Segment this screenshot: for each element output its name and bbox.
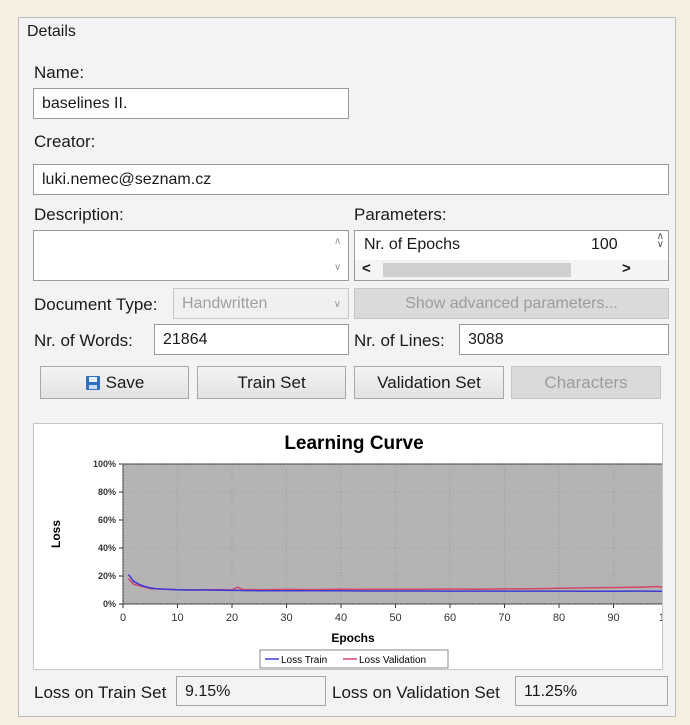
plot-area [122,463,669,605]
loss-validation-field[interactable]: 11.25% [515,676,668,706]
x-axis-label: Epochs [331,631,375,645]
loss-train-label: Loss on Train Set [34,683,167,702]
validation-set-button[interactable]: Validation Set [354,366,504,399]
description-label: Description: [34,205,124,224]
scroll-down-icon[interactable]: ∨ [334,263,341,273]
y-tick-label: 60% [98,515,116,525]
scroll-thumb[interactable] [383,263,571,277]
train-set-button[interactable]: Train Set [197,366,346,399]
name-label: Name: [34,63,85,82]
nr-lines-label: Nr. of Lines: [354,331,445,350]
save-label: Save [105,372,145,392]
nr-words-field[interactable]: 21864 [154,324,349,355]
details-title: Details [27,23,76,40]
x-tick-label: 20 [226,612,238,624]
scroll-up-icon[interactable]: ∧ [334,237,341,247]
y-tick-label: 20% [98,571,116,581]
scroll-right-icon[interactable]: > [622,260,631,277]
show-advanced-parameters-button[interactable]: Show advanced parameters... [354,288,669,319]
save-button[interactable]: Save [40,366,189,399]
scroll-left-icon[interactable]: < [362,260,371,277]
loss-train-field[interactable]: 9.15% [176,676,326,706]
y-tick-label: 0% [103,599,116,609]
document-type-select[interactable]: Handwritten ∨ [173,288,349,319]
param-row-value[interactable]: 100 [591,236,618,254]
chevron-down-icon: ∨ [333,299,341,310]
document-type-label: Document Type: [34,295,158,314]
creator-label: Creator: [34,132,96,151]
param-row-key: Nr. of Epochs [364,236,461,253]
nr-lines-field[interactable]: 3088 [459,324,669,355]
parameters-label: Parameters: [354,205,447,224]
x-tick-label: 10 [171,612,183,624]
loss-validation-label: Loss on Validation Set [332,683,500,702]
x-tick-label: 50 [389,612,401,624]
details-panel: Details Name: baselines II. Creator: luk… [18,17,677,717]
y-tick-label: 40% [98,543,116,553]
stepper-icon[interactable]: ∧ ∨ [657,232,664,250]
description-scrollbar[interactable]: ∧ ∨ [330,231,348,280]
x-tick-label: 40 [335,612,347,624]
legend-validation-label: Loss Validation [359,655,426,666]
description-field[interactable]: ∧ ∨ [33,230,349,281]
y-tick-label: 100% [93,459,116,469]
x-tick-label: 90 [607,612,619,624]
creator-field[interactable]: luki.nemec@seznam.cz [33,164,669,195]
x-tick-label: 100 [659,612,662,624]
floppy-disk-icon [85,375,100,390]
y-axis-label: Loss [49,520,63,548]
learning-curve-chart: Learning Curve 0 10 20 30 40 50 60 70 80 90 100 0% 2… [33,423,677,670]
legend: Loss Train Loss Validation [259,649,449,669]
document-type-value: Handwritten [182,295,268,312]
y-tick-label: 80% [98,487,116,497]
nr-words-label: Nr. of Words: [34,331,133,350]
x-tick-label: 30 [280,612,292,624]
parameters-table[interactable]: Nr. of Epochs 100 ∧ ∨ < > [354,230,669,281]
x-tick-label: 70 [498,612,510,624]
x-tick-label: 80 [553,612,565,624]
x-tick-label: 60 [444,612,456,624]
x-tick-label: 0 [120,612,126,624]
param-h-scrollbar[interactable]: < > [355,260,668,280]
legend-train-label: Loss Train [281,655,327,666]
name-field[interactable]: baselines II. [33,88,349,119]
chart-title: Learning Curve [284,433,423,454]
characters-button[interactable]: Characters [511,366,661,399]
learning-curve-svg: Learning Curve 0 10 20 30 40 50 60 70 80 90 100 0% 2… [49,433,677,669]
